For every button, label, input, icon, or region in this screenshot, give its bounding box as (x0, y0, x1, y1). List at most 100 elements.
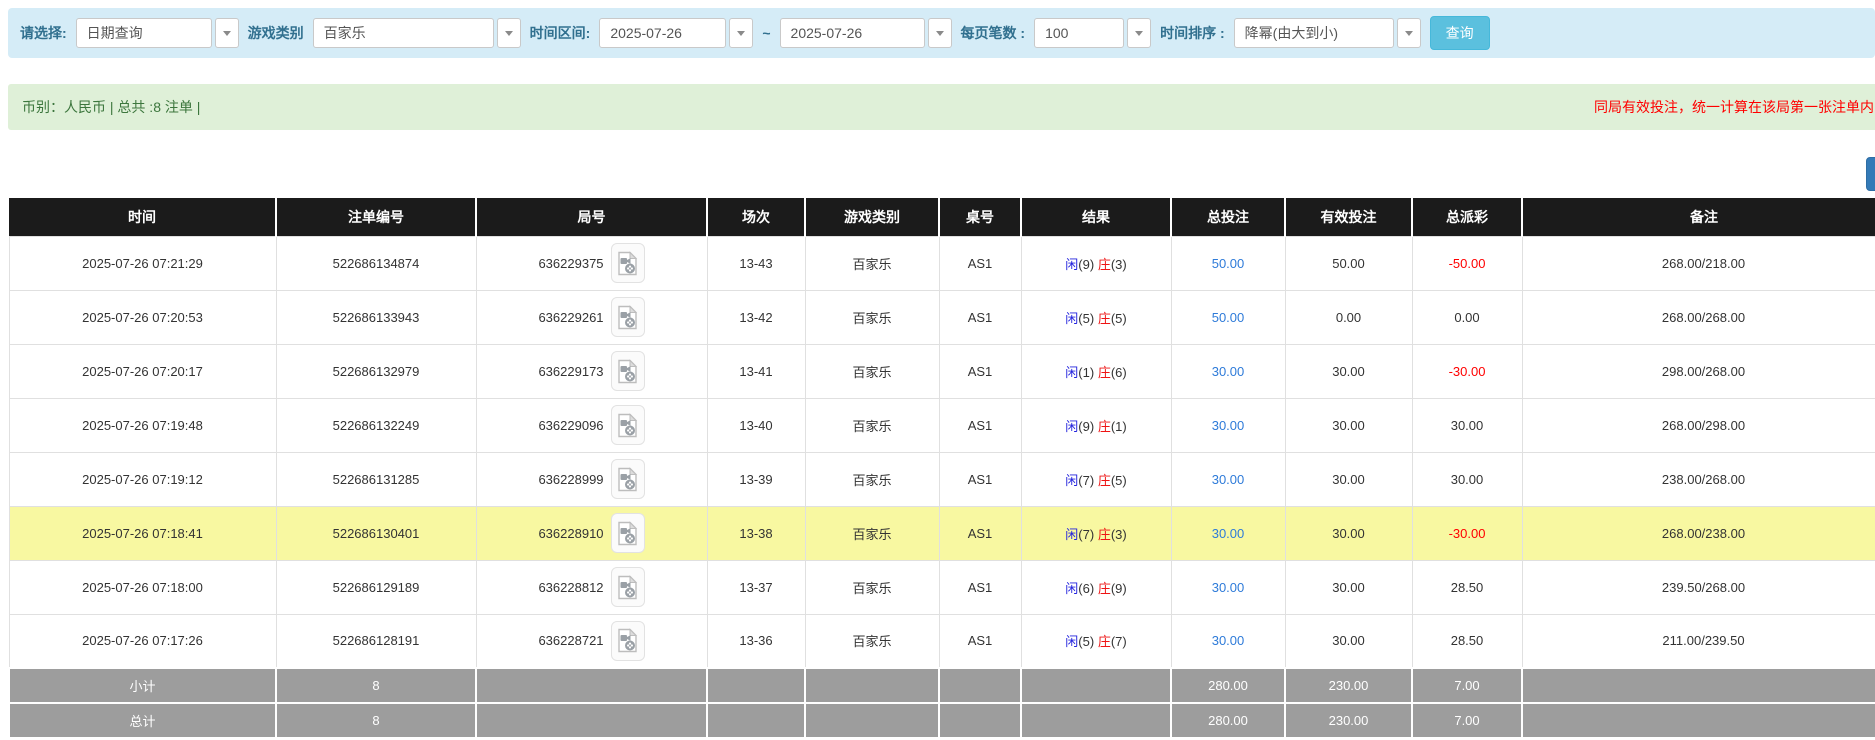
col-header-time: 时间 (9, 198, 276, 236)
total-table-no (939, 668, 1021, 703)
video-replay-button[interactable] (611, 621, 645, 661)
table-footer: 小计8280.00230.007.00总计8280.00230.007.00 (9, 668, 1875, 738)
cell-payout: 28.50 (1412, 560, 1522, 614)
valid-bet-sum: 230.00 (1285, 668, 1412, 703)
chevron-down-icon[interactable] (497, 18, 521, 48)
video-replay-button[interactable] (611, 405, 645, 445)
filter-label-time-range: 时间区间: (530, 23, 591, 43)
col-header-valid-bet: 有效投注 (1285, 198, 1412, 236)
cell-round: 636228721 (476, 614, 707, 668)
col-header-remark: 备注 (1522, 198, 1875, 236)
result-banker: 庄 (1098, 634, 1111, 649)
result-banker: 庄 (1098, 581, 1111, 596)
video-replay-icon (617, 628, 638, 653)
cell-session: 13-38 (707, 506, 805, 560)
search-button[interactable]: 查询 (1430, 16, 1490, 50)
page-size-value[interactable]: 100 (1034, 18, 1124, 48)
result-player-score: (6) (1078, 581, 1094, 596)
cell-table-no: AS1 (939, 236, 1021, 290)
cell-remark: 268.00/238.00 (1522, 506, 1875, 560)
total-bet-link[interactable]: 50.00 (1212, 256, 1245, 271)
game-type-value[interactable]: 百家乐 (313, 18, 494, 48)
date-type-select[interactable]: 日期查询 (76, 18, 239, 48)
cell-session: 13-43 (707, 236, 805, 290)
table-total-row: 总计8280.00230.007.00 (9, 703, 1875, 738)
time-sort-value[interactable]: 降幂(由大到小) (1234, 18, 1394, 48)
cell-time: 2025-07-26 07:20:17 (9, 344, 276, 398)
table-row: 2025-07-26 07:17:26522686128191636228721… (9, 614, 1875, 668)
cell-table-no: AS1 (939, 344, 1021, 398)
game-type-select[interactable]: 百家乐 (313, 18, 521, 48)
cell-total-bet[interactable]: 50.00 (1171, 236, 1285, 290)
payout-value: 0.00 (1454, 310, 1479, 325)
total-bet-link[interactable]: 30.00 (1212, 526, 1245, 541)
chevron-down-icon[interactable] (1127, 18, 1151, 48)
chevron-down-icon[interactable] (729, 18, 753, 48)
chevron-down-icon[interactable] (928, 18, 952, 48)
date-from-value[interactable]: 2025-07-26 (599, 18, 726, 48)
video-replay-icon (617, 575, 638, 600)
cell-total-bet[interactable]: 30.00 (1171, 506, 1285, 560)
cell-payout: -50.00 (1412, 236, 1522, 290)
video-replay-button[interactable] (611, 513, 645, 553)
result-banker-score: (9) (1111, 581, 1127, 596)
currency-total-text: 币别：人民币 | 总共 :8 注单 | (22, 97, 200, 117)
cell-round: 636229173 (476, 344, 707, 398)
video-replay-button[interactable] (611, 567, 645, 607)
video-replay-button[interactable] (611, 297, 645, 337)
cell-time: 2025-07-26 07:18:00 (9, 560, 276, 614)
round-number: 636229261 (538, 310, 603, 325)
round-number: 636228910 (538, 526, 603, 541)
total-bet-sum: 280.00 (1171, 668, 1285, 703)
video-replay-button[interactable] (611, 459, 645, 499)
result-banker: 庄 (1098, 365, 1111, 380)
date-to-value[interactable]: 2025-07-26 (780, 18, 925, 48)
date-type-value[interactable]: 日期查询 (76, 18, 212, 48)
cell-payout: 30.00 (1412, 452, 1522, 506)
filter-label-date-type: 请选择: (20, 23, 67, 43)
cell-valid-bet: 50.00 (1285, 236, 1412, 290)
cell-payout: -30.00 (1412, 506, 1522, 560)
cell-valid-bet: 30.00 (1285, 398, 1412, 452)
cell-bet-id: 522686129189 (276, 560, 476, 614)
cell-total-bet[interactable]: 30.00 (1171, 344, 1285, 398)
col-header-game-type: 游戏类别 (805, 198, 939, 236)
result-player: 闲 (1065, 527, 1078, 542)
total-bet-link[interactable]: 30.00 (1212, 580, 1245, 595)
range-separator: ~ (762, 25, 770, 41)
cell-total-bet[interactable]: 30.00 (1171, 398, 1285, 452)
caret-glyph (223, 31, 231, 36)
cell-total-bet[interactable]: 30.00 (1171, 614, 1285, 668)
chevron-down-icon[interactable] (215, 18, 239, 48)
date-from-select[interactable]: 2025-07-26 (599, 18, 753, 48)
total-result (1021, 703, 1171, 738)
result-player: 闲 (1065, 473, 1078, 488)
video-replay-button[interactable] (611, 351, 645, 391)
filter-toolbar: 请选择: 日期查询 游戏类别 百家乐 时间区间: 2025-07-26 ~ 20… (8, 8, 1875, 58)
result-banker-score: (3) (1111, 257, 1127, 272)
time-sort-select[interactable]: 降幂(由大到小) (1234, 18, 1421, 48)
page-size-select[interactable]: 100 (1034, 18, 1151, 48)
edge-partial-button[interactable] (1866, 157, 1875, 191)
result-banker-score: (5) (1111, 311, 1127, 326)
total-bet-link[interactable]: 30.00 (1212, 472, 1245, 487)
cell-result: 闲(1) 庄(6) (1021, 344, 1171, 398)
total-session (707, 668, 805, 703)
cell-table-no: AS1 (939, 506, 1021, 560)
cell-result: 闲(9) 庄(3) (1021, 236, 1171, 290)
cell-remark: 239.50/268.00 (1522, 560, 1875, 614)
cell-payout: 28.50 (1412, 614, 1522, 668)
cell-table-no: AS1 (939, 398, 1021, 452)
cell-remark: 268.00/268.00 (1522, 290, 1875, 344)
cell-total-bet[interactable]: 50.00 (1171, 290, 1285, 344)
round-number: 636228812 (538, 580, 603, 595)
total-bet-link[interactable]: 50.00 (1212, 310, 1245, 325)
cell-total-bet[interactable]: 30.00 (1171, 452, 1285, 506)
total-bet-link[interactable]: 30.00 (1212, 418, 1245, 433)
total-bet-link[interactable]: 30.00 (1212, 633, 1245, 648)
chevron-down-icon[interactable] (1397, 18, 1421, 48)
date-to-select[interactable]: 2025-07-26 (780, 18, 952, 48)
total-bet-link[interactable]: 30.00 (1212, 364, 1245, 379)
cell-total-bet[interactable]: 30.00 (1171, 560, 1285, 614)
video-replay-button[interactable] (611, 243, 645, 283)
